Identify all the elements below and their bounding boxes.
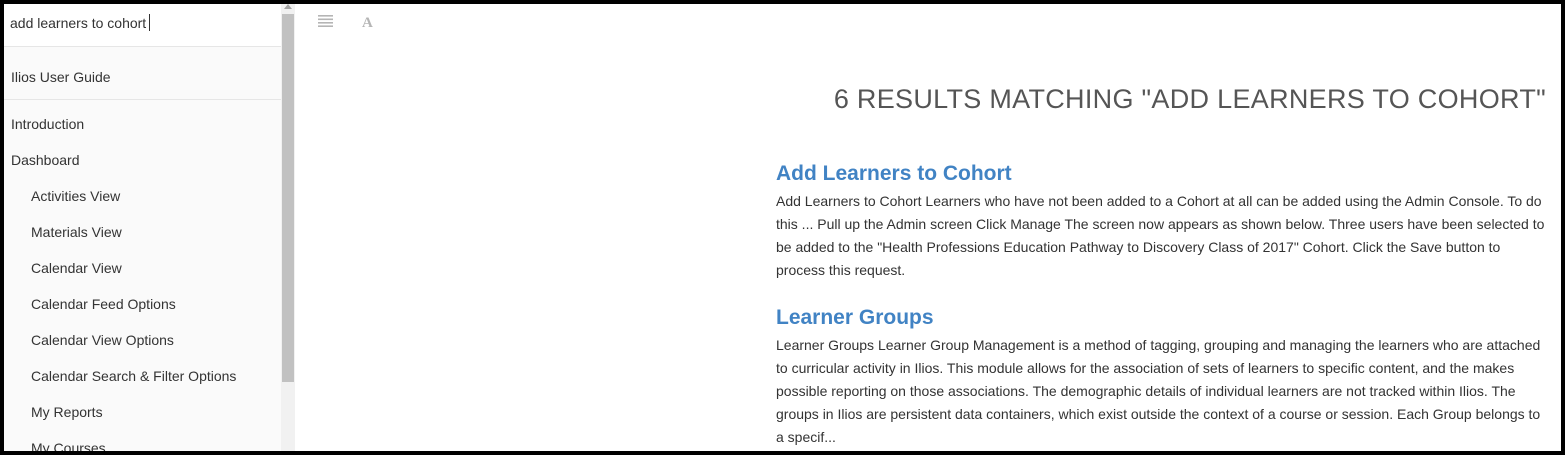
result-snippet: Add Learners to Cohort Learners who have… <box>776 193 1545 278</box>
scrollbar-thumb[interactable] <box>282 14 294 382</box>
sidebar-item-my-courses[interactable]: My Courses <box>4 438 281 451</box>
main-content: A 6 RESULTS MATCHING "ADD LEARNERS TO CO… <box>296 4 1561 451</box>
sidebar-item-materials-view[interactable]: Materials View <box>4 222 281 258</box>
sidebar-item-dashboard[interactable]: Dashboard <box>4 150 281 186</box>
search-result: Learner Groups Learner Groups Learner Gr… <box>776 304 1546 449</box>
sidebar-item-activities-view[interactable]: Activities View <box>4 186 281 222</box>
sidebar-item-calendar-view[interactable]: Calendar View <box>4 258 281 294</box>
app-window: Ilios User Guide Introduction Dashboard … <box>0 0 1565 455</box>
result-title-link[interactable]: Add Learners to Cohort <box>776 160 1546 188</box>
sidebar-item-calendar-view-options[interactable]: Calendar View Options <box>4 330 281 366</box>
menu-icon[interactable] <box>318 14 333 31</box>
search-input[interactable] <box>10 12 272 34</box>
sidebar-item-my-reports[interactable]: My Reports <box>4 402 281 438</box>
sidebar: Ilios User Guide Introduction Dashboard … <box>4 4 282 451</box>
sidebar-item-introduction[interactable]: Introduction <box>4 114 281 150</box>
sidebar-item-calendar-search-filter-options[interactable]: Calendar Search & Filter Options <box>4 366 281 402</box>
search-box <box>4 4 281 47</box>
book-title-link[interactable]: Ilios User Guide <box>4 47 281 100</box>
result-snippet: Learner Groups Learner Group Management … <box>776 337 1541 445</box>
search-results: 6 RESULTS MATCHING "ADD LEARNERS TO COHO… <box>776 84 1546 449</box>
text-cursor <box>149 14 150 31</box>
sidebar-scrollbar[interactable] <box>281 4 295 451</box>
sidebar-nav: Introduction Dashboard Activities View M… <box>4 100 281 451</box>
results-heading: 6 RESULTS MATCHING "ADD LEARNERS TO COHO… <box>833 84 1546 114</box>
search-result: Add Learners to Cohort Add Learners to C… <box>776 160 1546 282</box>
result-title-link[interactable]: Learner Groups <box>776 304 1546 332</box>
font-settings-icon[interactable]: A <box>362 15 373 32</box>
scroll-up-arrow-icon[interactable] <box>284 4 292 9</box>
sidebar-item-calendar-feed-options[interactable]: Calendar Feed Options <box>4 294 281 330</box>
